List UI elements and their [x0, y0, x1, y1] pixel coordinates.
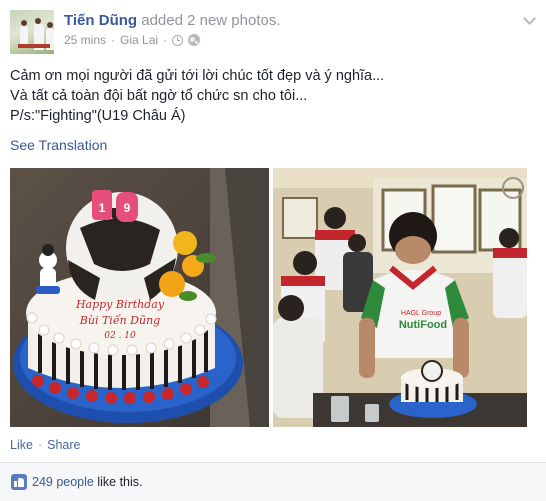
post-location[interactable]: Gia Lai [120, 33, 158, 47]
globe-icon[interactable] [188, 34, 201, 46]
like-thumb-icon [11, 474, 27, 490]
cake-text-line2: Bùi Tiến Dũng [79, 314, 160, 327]
cake-text-line3: 02 . 10 [104, 331, 136, 341]
shirt-text-line2: NutiFood [399, 319, 447, 331]
see-translation-link[interactable]: See Translation [10, 137, 107, 153]
message-line: P/s:"Fighting"(U19 Châu Á) [10, 108, 186, 124]
post-header: Tiến Dũng added 2 new photos. [64, 12, 281, 29]
share-button[interactable]: Share [47, 438, 80, 452]
chevron-down-icon[interactable] [524, 14, 534, 24]
likes-count-link[interactable]: 249 people [32, 475, 94, 489]
post-timestamp[interactable]: 25 mins [64, 33, 106, 47]
clock-icon [172, 34, 184, 46]
cake-text-line1: Happy Birthday [75, 298, 165, 311]
feed-post: Tiến Dũng added 2 new photos. 25 mins · … [0, 0, 546, 501]
meta-separator: · [111, 33, 116, 47]
svg-text:1: 1 [99, 201, 106, 215]
message-line: Và tất cả toàn đội bất ngờ tổ chức sn ch… [10, 88, 308, 104]
likes-summary: 249 people like this. [32, 475, 143, 489]
post-actions: Like · Share [10, 438, 80, 452]
likes-summary-bar: 249 people like this. [0, 462, 546, 501]
action-separator: · [37, 438, 43, 452]
meta-separator: · [163, 33, 168, 47]
author-name[interactable]: Tiến Dũng [64, 12, 137, 29]
message-line: Cảm ơn mọi người đã gửi tới lời chúc tốt… [10, 68, 385, 84]
like-button[interactable]: Like [10, 438, 33, 452]
svg-text:9: 9 [124, 201, 131, 215]
post-action-text: added 2 new photos. [141, 12, 281, 29]
post-message: Cảm ơn mọi người đã gửi tới lời chúc tốt… [10, 66, 530, 126]
post-meta: 25 mins · Gia Lai · [64, 33, 201, 47]
photo-cake-cutting[interactable]: HAGL Group NutiFood [273, 168, 527, 427]
likes-suffix: like this. [93, 475, 143, 489]
photo-birthday-cake[interactable]: 1 9 Happy Birthday Bùi Tiến Dũng 02 . 10 [10, 168, 269, 427]
shirt-text-line1: HAGL Group [401, 310, 441, 317]
author-avatar[interactable] [10, 10, 54, 54]
